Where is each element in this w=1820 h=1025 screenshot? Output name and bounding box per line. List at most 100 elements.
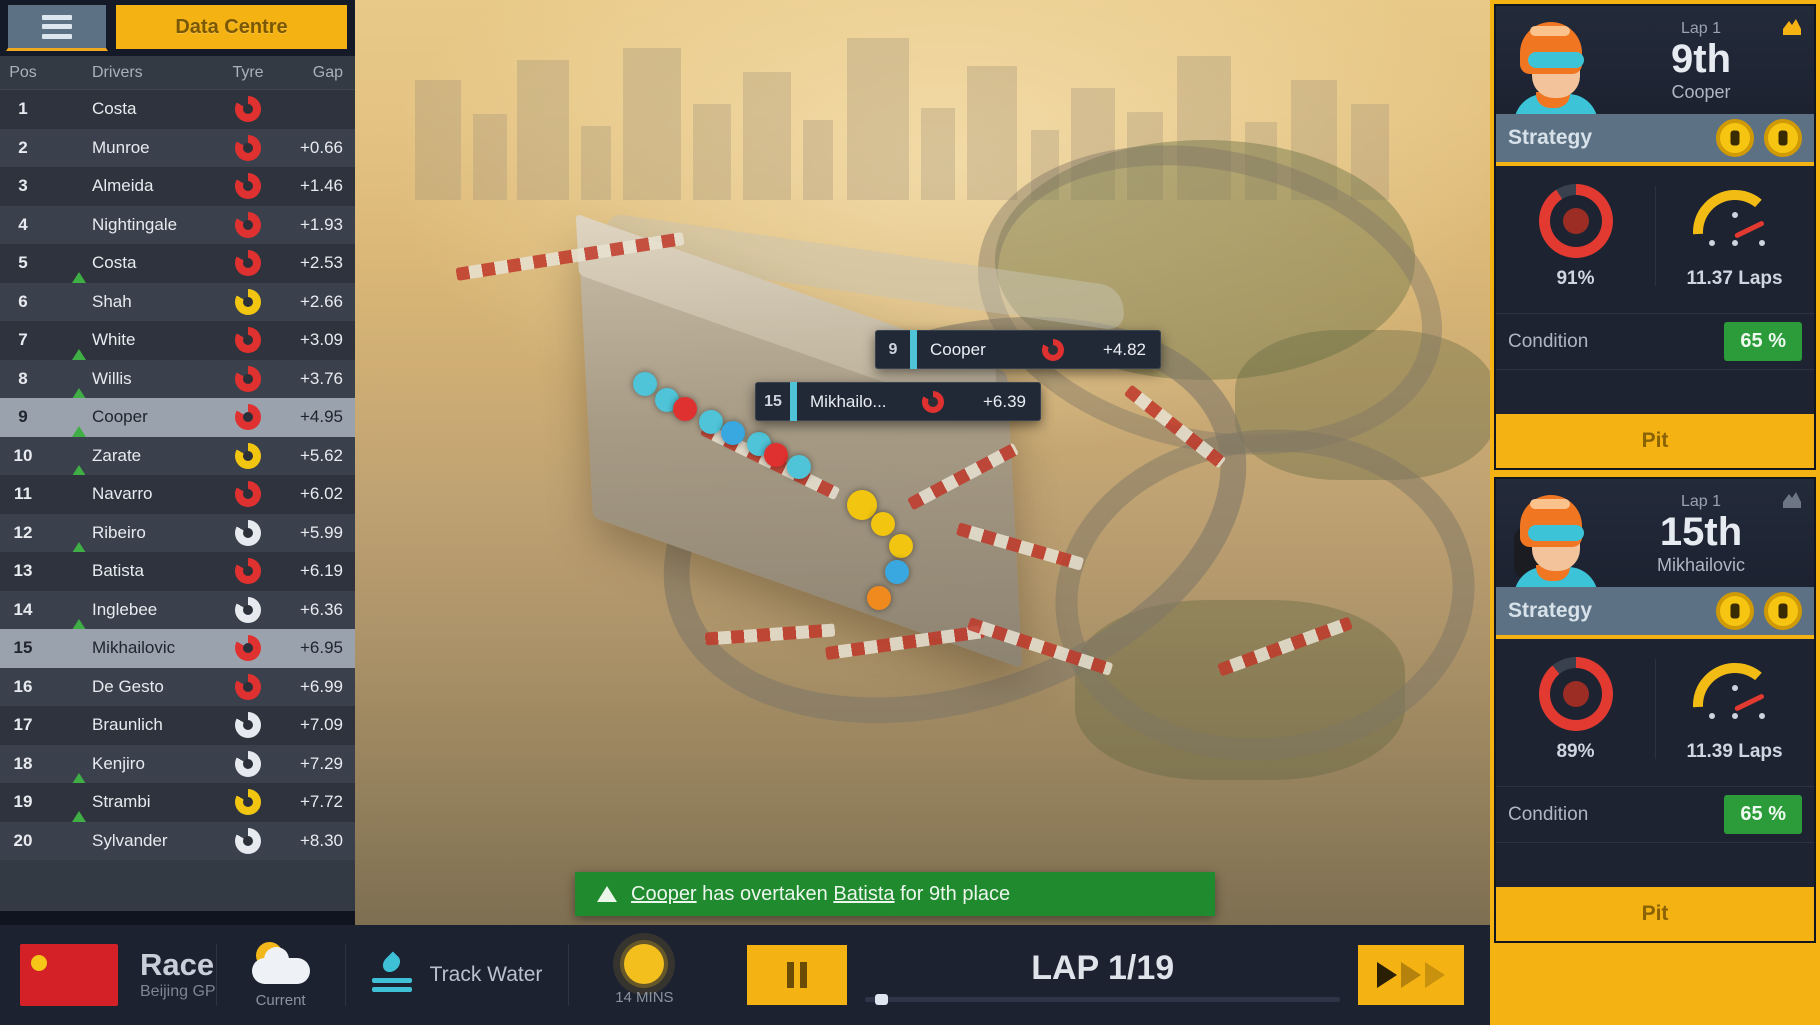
fast-forward-button[interactable]: [1358, 945, 1464, 1005]
car-marker[interactable]: [764, 443, 788, 467]
condition-label: Condition: [1508, 803, 1589, 825]
strategy-pace-button[interactable]: [1764, 119, 1802, 157]
table-row[interactable]: 15 Mikhailovic +6.95: [0, 629, 355, 668]
strategy-fuel-button[interactable]: [1716, 592, 1754, 630]
table-row[interactable]: 11 Navarro +6.02: [0, 475, 355, 514]
table-row[interactable]: 14 Inglebee +6.36: [0, 590, 355, 630]
position-gained-icon: [72, 368, 86, 399]
table-row[interactable]: 10 Zarate +5.62: [0, 436, 355, 476]
track-water-label: Track Water: [429, 963, 543, 986]
table-row[interactable]: 12 Ribeiro +5.99: [0, 513, 355, 553]
row-gap: +7.29: [299, 753, 343, 773]
status-badge: 65 %: [1724, 322, 1802, 361]
fuel-gauge[interactable]: 11.37 Laps: [1655, 166, 1814, 313]
driver-name: Cooper: [1671, 82, 1731, 102]
car-marker[interactable]: [673, 397, 697, 421]
table-row[interactable]: 9 Cooper +4.95: [0, 398, 355, 438]
row-gap: +6.19: [299, 561, 343, 581]
radio-icon[interactable]: [1779, 15, 1805, 39]
car-marker[interactable]: [847, 490, 877, 520]
table-row[interactable]: 7 White +3.09: [0, 321, 355, 361]
row-driver-name: De Gesto: [92, 676, 164, 696]
pit-button[interactable]: Pit: [1496, 414, 1814, 468]
strategy-label: Strategy: [1508, 126, 1593, 149]
tooltip-gap: +4.82: [1102, 339, 1146, 359]
row-position: 7: [18, 330, 28, 350]
row-driver-name: Munroe: [92, 137, 150, 157]
forecast-timer[interactable]: 14 MINS: [569, 944, 719, 1006]
fuel-gauge[interactable]: 11.39 Laps: [1655, 639, 1814, 786]
row-driver-name: Zarate: [92, 445, 142, 465]
water-drop-icon: [371, 951, 412, 996]
table-row[interactable]: 2 Munroe +0.66: [0, 128, 355, 167]
avatar: [1506, 487, 1598, 587]
row-driver-name: Cooper: [92, 407, 148, 427]
column-header-pos: Pos: [9, 63, 37, 81]
car-marker[interactable]: [867, 586, 891, 610]
strategy-fuel-button[interactable]: [1716, 119, 1754, 157]
condition-row: Condition 65 %: [1496, 787, 1814, 843]
tooltip-position: 9: [888, 340, 898, 358]
data-centre-button[interactable]: Data Centre: [114, 3, 349, 51]
status-badge: 65 %: [1724, 795, 1802, 834]
tyre-compound-icon: [235, 173, 261, 200]
table-row[interactable]: 6 Shah +2.66: [0, 282, 355, 321]
table-row[interactable]: 16 De Gesto +6.99: [0, 667, 355, 706]
position-gained-icon: [72, 522, 86, 553]
position-gained-icon: [72, 253, 86, 284]
tyre-compound-icon: [235, 481, 261, 508]
table-row[interactable]: 3 Almeida +1.46: [0, 167, 355, 206]
car-marker[interactable]: [633, 372, 657, 396]
tyre-compound-icon: [235, 404, 261, 431]
car-marker[interactable]: [871, 512, 895, 536]
car-marker[interactable]: [787, 455, 811, 479]
sun-behind-cloud-icon: [248, 941, 314, 988]
table-row[interactable]: 17 Braunlich +7.09: [0, 706, 355, 745]
track-tooltip-mikhailovic[interactable]: 15 Mikhailo... +6.39: [755, 382, 1041, 421]
pit-button[interactable]: Pit: [1496, 887, 1814, 941]
car-marker[interactable]: [885, 560, 909, 584]
table-row[interactable]: 1 Costa: [0, 90, 355, 129]
table-row[interactable]: 19 Strambi +7.72: [0, 783, 355, 823]
table-row[interactable]: 20 Sylvander +8.30: [0, 821, 355, 860]
circuit-name: Beijing GP: [140, 983, 216, 1001]
row-position: 2: [18, 137, 28, 157]
table-row[interactable]: 13 Batista +6.19: [0, 552, 355, 591]
pause-button[interactable]: [747, 945, 848, 1005]
track-tooltip-cooper[interactable]: 9 Cooper +4.82: [875, 330, 1161, 369]
standings-panel[interactable]: Pos Drivers Tyre Gap 1 Costa 2 Munroe +0.66 3…: [0, 56, 355, 911]
row-position: 5: [18, 253, 28, 273]
hamburger-menu-button[interactable]: [6, 3, 108, 51]
strategy-pace-button[interactable]: [1764, 592, 1802, 630]
row-driver-name: Sylvander: [92, 830, 168, 850]
tooltip-driver-name: Cooper: [930, 339, 986, 359]
table-row[interactable]: 4 Nightingale +1.93: [0, 205, 355, 244]
driver-card[interactable]: Lap 1 15th Mikhailovic Strategy 89% 11.39 Lap…: [1494, 477, 1816, 943]
tyre-compound-icon: [235, 827, 261, 854]
overtake-notification[interactable]: Cooper has overtaken Batista for 9th pla…: [575, 872, 1215, 916]
position-gained-icon: [72, 753, 86, 784]
session-info[interactable]: Race Beijing GP: [0, 925, 216, 1025]
weather-current[interactable]: Current: [217, 941, 345, 1009]
row-position: 6: [18, 291, 28, 311]
table-row[interactable]: 18 Kenjiro +7.29: [0, 744, 355, 784]
track-water-indicator[interactable]: Track Water: [346, 951, 569, 996]
car-marker[interactable]: [889, 534, 913, 558]
car-marker[interactable]: [699, 410, 723, 434]
driver-card[interactable]: Lap 1 9th Cooper Strategy 91% 11.37 Laps Condi…: [1494, 4, 1816, 470]
tyre-wear-gauge[interactable]: 91%: [1496, 166, 1655, 313]
playback-controls: LAP 1/19: [719, 945, 1490, 1005]
radio-icon[interactable]: [1779, 488, 1805, 512]
tooltip-tyre-icon: [1042, 338, 1064, 361]
table-row[interactable]: 5 Costa +2.53: [0, 244, 355, 284]
car-marker[interactable]: [721, 421, 745, 445]
row-driver-name: Batista: [92, 561, 144, 581]
track-view[interactable]: [355, 0, 1490, 925]
tyre-wear-gauge[interactable]: 89%: [1496, 639, 1655, 786]
strategy-bar[interactable]: Strategy: [1496, 114, 1814, 166]
strategy-bar[interactable]: Strategy: [1496, 587, 1814, 639]
row-driver-name: Kenjiro: [92, 753, 145, 773]
row-driver-name: Willis: [92, 368, 132, 388]
table-row[interactable]: 8 Willis +3.76: [0, 359, 355, 399]
lap-progress-bar[interactable]: [865, 993, 1340, 1005]
